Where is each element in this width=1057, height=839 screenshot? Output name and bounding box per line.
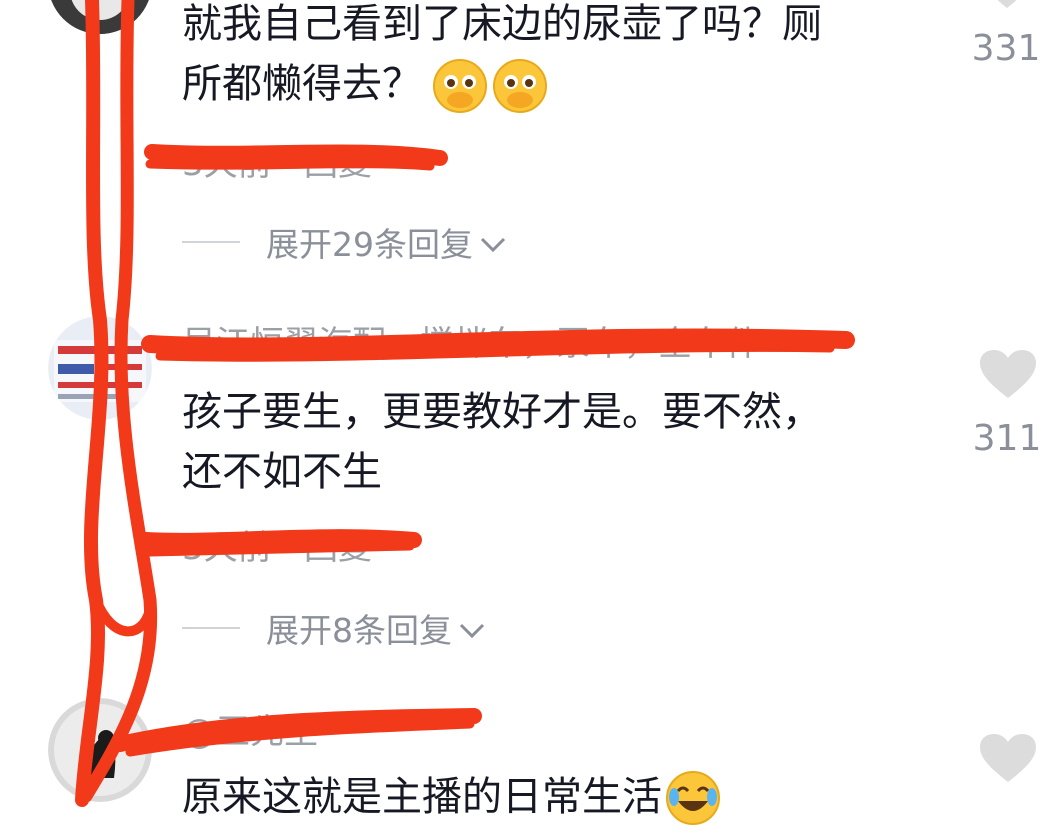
avatar[interactable] — [48, 316, 152, 420]
expand-replies-label: 展开29条回复 — [266, 225, 473, 264]
expand-replies-button[interactable]: 展开8条回复 — [182, 604, 486, 652]
pleading-face-icon — [492, 54, 548, 114]
comment-meta[interactable]: 3天前 · 回复 — [182, 136, 372, 185]
avatar[interactable] — [48, 0, 152, 34]
like-count: 331 — [971, 28, 1041, 69]
heart-icon[interactable] — [978, 0, 1036, 10]
pleading-face-icon — [432, 54, 488, 114]
heart-icon[interactable] — [980, 350, 1036, 400]
comment-text: 原来这就是主播的日常生活 — [182, 766, 942, 827]
comment-meta[interactable]: 3天前 · 回复 — [182, 520, 372, 569]
avatar[interactable] — [48, 698, 152, 802]
comment-username[interactable]: @王先生 — [182, 704, 318, 753]
chevron-down-icon — [458, 609, 486, 648]
laughing-face-icon — [664, 766, 722, 827]
chevron-down-icon — [479, 223, 507, 262]
comment-text: 就我自己看到了床边的尿壶了吗？厕 所都懒得去？ — [182, 0, 942, 114]
like-count: 311 — [972, 418, 1042, 459]
comment-username[interactable]: 吴江恒翠汽配，搅拌车，泵车，全车件 — [182, 316, 760, 365]
expand-replies-label: 展开8条回复 — [266, 611, 452, 650]
comment-text: 孩子要生，更要教好才是。要不然， 还不如不生 — [182, 389, 822, 495]
expand-replies-button[interactable]: 展开29条回复 — [182, 218, 507, 266]
heart-icon[interactable] — [980, 734, 1036, 784]
